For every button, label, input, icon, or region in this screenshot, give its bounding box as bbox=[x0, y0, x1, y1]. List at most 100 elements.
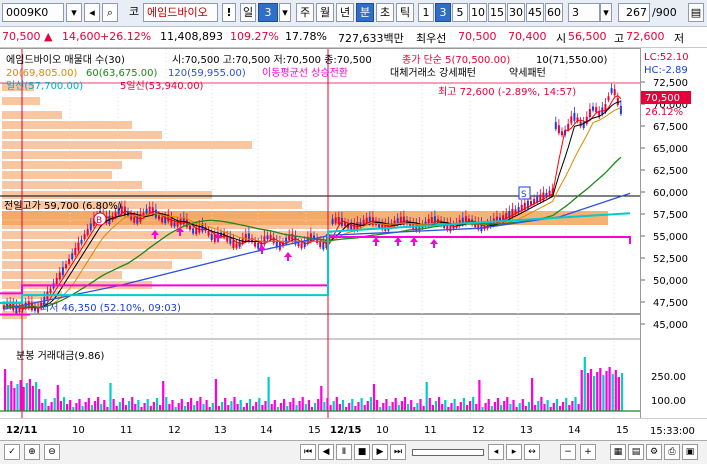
volume-bar bbox=[376, 400, 379, 411]
price-chart[interactable]: 에임드바이오 매물대 수(30) 시:70,500 고:70,500 저:70,… bbox=[0, 48, 640, 419]
period-range-icon[interactable]: ↔ bbox=[524, 444, 540, 460]
prev-high-annotation: 전일고가 59,700 (6.80%) bbox=[4, 200, 122, 212]
volume-bar bbox=[403, 397, 407, 411]
interval-10[interactable]: 10 bbox=[469, 3, 487, 22]
volume-bar bbox=[66, 404, 69, 411]
save-icon[interactable]: ▣ bbox=[682, 444, 698, 460]
volume-bar bbox=[59, 401, 62, 411]
volume: 11,408,893 bbox=[160, 30, 223, 43]
period-week-button[interactable]: 주 bbox=[296, 3, 314, 22]
period-tick-button[interactable]: 틱 bbox=[396, 3, 414, 22]
volume-bar bbox=[400, 401, 403, 411]
count-input[interactable]: 267 bbox=[618, 3, 650, 22]
period-day-button[interactable]: 일 bbox=[240, 3, 256, 22]
volume-bar bbox=[465, 405, 469, 411]
volume-bar bbox=[62, 397, 66, 411]
volume-bar bbox=[571, 401, 574, 411]
period-fwd-icon[interactable]: ▸ bbox=[506, 444, 522, 460]
interval-30[interactable]: 30 bbox=[507, 3, 525, 22]
stop-icon[interactable]: ■ bbox=[354, 444, 370, 460]
volume-bar bbox=[118, 402, 121, 411]
volume-bar bbox=[558, 406, 562, 411]
volume-bar bbox=[121, 398, 124, 411]
period-minute-button[interactable]: 분 bbox=[356, 3, 374, 22]
interval-select-arrow[interactable]: ▾ bbox=[600, 3, 612, 22]
period-dropdown[interactable]: ▾ bbox=[279, 3, 291, 22]
volume-bar bbox=[47, 406, 50, 411]
market-label: 코 bbox=[128, 5, 140, 18]
candle-body bbox=[322, 242, 325, 250]
interval-5[interactable]: 5 bbox=[452, 3, 468, 22]
time-label: 12/11 bbox=[6, 425, 38, 436]
volume-bar bbox=[577, 404, 580, 411]
prev-icon[interactable]: ◀ bbox=[318, 444, 334, 460]
volume-profile-bar bbox=[2, 191, 212, 199]
zoom-out-icon[interactable]: ⊖ bbox=[44, 444, 60, 460]
period-back-icon[interactable]: ◂ bbox=[488, 444, 504, 460]
volume-profile-bar bbox=[2, 111, 62, 119]
volume-bar bbox=[534, 405, 537, 411]
stock-code-input[interactable]: 0009K0 bbox=[2, 3, 64, 22]
print-icon[interactable]: ⎙ bbox=[664, 444, 680, 460]
volume-bar bbox=[25, 383, 28, 411]
candle-body bbox=[86, 228, 89, 235]
period-second-button[interactable]: 초 bbox=[376, 3, 394, 22]
zoom-in-icon[interactable]: ⊕ bbox=[24, 444, 40, 460]
time-label: 10 bbox=[376, 425, 389, 436]
interval-60[interactable]: 60 bbox=[545, 3, 563, 22]
check-icon[interactable]: ✓ bbox=[4, 444, 20, 460]
volume-bar bbox=[41, 403, 44, 411]
candle-body bbox=[266, 235, 269, 240]
interval-45[interactable]: 45 bbox=[526, 3, 544, 22]
speaker-icon[interactable]: ◂ bbox=[84, 3, 100, 22]
period-year-button[interactable]: 년 bbox=[336, 3, 354, 22]
search-icon[interactable]: ⌕ bbox=[102, 3, 118, 22]
interval-15[interactable]: 15 bbox=[488, 3, 506, 22]
price-axis: LC:52.10 HC:-2.89 72,500 70,000 67,500 65,0… bbox=[640, 48, 707, 418]
search-icon-button[interactable]: ▾ bbox=[66, 3, 82, 22]
alert-button[interactable]: ! bbox=[222, 3, 236, 22]
layout-icon[interactable]: ▤ bbox=[628, 444, 644, 460]
go-first-icon[interactable]: ⏮ bbox=[300, 444, 316, 460]
high-price: 72,600 bbox=[626, 30, 665, 43]
volume-bar bbox=[279, 403, 283, 411]
interval-3[interactable]: 3 bbox=[435, 3, 451, 22]
volume-bar bbox=[38, 389, 41, 411]
subchart-title: 분봉 거래대금(9.86) bbox=[16, 350, 105, 362]
stock-name-field[interactable]: 에임드바이오 bbox=[143, 3, 218, 22]
volume-bar bbox=[186, 402, 190, 411]
volume-bar bbox=[574, 397, 577, 411]
volume-bar bbox=[273, 400, 276, 411]
volume-bar bbox=[162, 381, 165, 411]
pause-icon[interactable]: Ⅱ bbox=[336, 444, 352, 460]
svg-text:S: S bbox=[521, 190, 527, 200]
volume-bar bbox=[450, 403, 453, 411]
volume-bar bbox=[422, 406, 425, 411]
grid-icon[interactable]: ▦ bbox=[610, 444, 626, 460]
time-label: 10 bbox=[72, 425, 85, 436]
volume-bar bbox=[524, 406, 527, 411]
interval-select[interactable]: 3 bbox=[568, 3, 600, 22]
candle-body bbox=[362, 219, 365, 225]
volume-bar bbox=[385, 399, 388, 411]
volume-bar bbox=[608, 367, 611, 411]
volume-bar bbox=[267, 377, 270, 411]
volume-bar bbox=[366, 401, 369, 411]
time-label: 11 bbox=[424, 425, 437, 436]
plus-icon[interactable]: + bbox=[580, 444, 596, 460]
volume-bar bbox=[137, 400, 140, 411]
time-label: 15 bbox=[308, 425, 321, 436]
open-label: 시 bbox=[556, 32, 567, 45]
settings-icon[interactable]: ⚙ bbox=[646, 444, 662, 460]
minus-icon[interactable]: − bbox=[560, 444, 576, 460]
next-icon[interactable]: ▶ bbox=[372, 444, 388, 460]
volume-bar bbox=[217, 406, 221, 411]
interval-1[interactable]: 1 bbox=[418, 3, 434, 22]
volume-bar bbox=[314, 403, 317, 411]
scroll-slider[interactable] bbox=[412, 449, 484, 456]
volume-bar bbox=[617, 377, 620, 411]
toolbar-extra-button[interactable]: ▤ bbox=[688, 3, 704, 22]
go-last-icon[interactable]: ⏭ bbox=[390, 444, 406, 460]
period-day-count[interactable]: 3 bbox=[258, 3, 278, 22]
period-month-button[interactable]: 월 bbox=[316, 3, 334, 22]
